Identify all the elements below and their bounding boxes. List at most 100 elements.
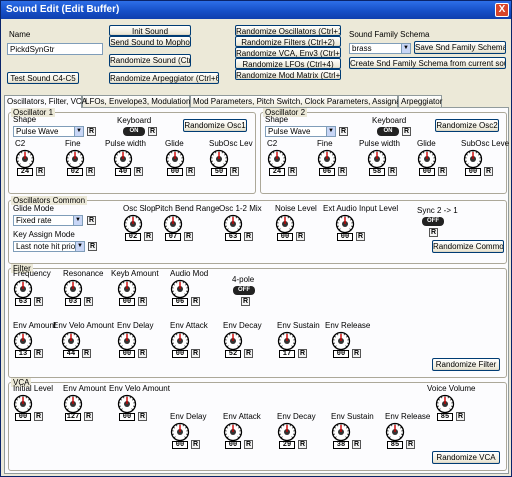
osc2-keyboard-toggle[interactable]: ON — [377, 127, 399, 136]
sync-toggle[interactable]: OFF — [422, 217, 444, 226]
filter-env-env-attack-random-button[interactable]: R — [191, 349, 200, 358]
filter-keyb-amount-random-button[interactable]: R — [138, 297, 147, 306]
osc2-glide-knob[interactable]: 00 — [417, 149, 437, 177]
vca-env-env-decay-random-button[interactable]: R — [298, 440, 307, 449]
randomize-osc1-button[interactable]: Randomize Osc1 — [183, 119, 247, 132]
osc1-keyboard-toggle[interactable]: ON — [123, 127, 145, 136]
osc2-subosc-leve-knob[interactable]: 00 — [463, 149, 483, 177]
osc1-glide-knob[interactable]: 00 — [165, 149, 185, 177]
sync-random-button[interactable]: R — [429, 228, 438, 237]
filter-resonance-random-button[interactable]: R — [84, 297, 93, 306]
vca-env-amount-random-button[interactable]: R — [84, 412, 93, 421]
filter-env-env-delay-random-button[interactable]: R — [138, 349, 147, 358]
vca-env-env-attack-knob[interactable]: 00 — [223, 422, 243, 450]
four-pole-random-button[interactable]: R — [241, 297, 250, 306]
osc2-c2-knob[interactable]: 24 — [267, 149, 287, 177]
glide-mode-select[interactable]: Fixed rate ▼ — [13, 215, 83, 226]
osc1-glide-random-button[interactable]: R — [186, 167, 195, 176]
vca-voice-volume-knob[interactable]: 85 — [435, 394, 455, 422]
vca-initial-level-random-button[interactable]: R — [34, 412, 43, 421]
common-osc-slop-knob[interactable]: 02 — [123, 214, 143, 242]
schema-select[interactable]: brass ▼ — [349, 43, 411, 54]
vca-env-env-release-random-button[interactable]: R — [406, 440, 415, 449]
tab-mod-parameters[interactable]: Mod Parameters, Pitch Switch, Clock Para… — [190, 95, 415, 107]
vca-env-env-sustain-knob[interactable]: 38 — [331, 422, 351, 450]
filter-frequency-random-button[interactable]: R — [34, 297, 43, 306]
randomize-arpeggiator-button[interactable]: Randomize Arpeggiator (Ctrl+6) — [109, 72, 219, 84]
title-bar[interactable]: Sound Edit (Edit Buffer) X — [1, 1, 511, 19]
vca-env-env-decay-knob[interactable]: 29 — [277, 422, 297, 450]
filter-env-env-sustain-random-button[interactable]: R — [298, 349, 307, 358]
filter-env-env-velo-amount-random-button[interactable]: R — [82, 349, 91, 358]
common-osc-1-2-mix-random-button[interactable]: R — [244, 232, 253, 241]
tab-lfos[interactable]: LFOs, Envelope3, Modulations — [82, 95, 194, 107]
randomize-oscillators-button[interactable]: Randomize Oscillators (Ctrl+1) — [235, 25, 341, 36]
vca-voice-volume-random-button[interactable]: R — [456, 412, 465, 421]
randomize-osc2-button[interactable]: Randomize Osc2 — [435, 119, 499, 132]
filter-env-env-release-random-button[interactable]: R — [352, 349, 361, 358]
vca-env-velo-amount-random-button[interactable]: R — [138, 412, 147, 421]
glide-mode-random-button[interactable]: R — [87, 216, 96, 225]
osc2-pulse-width-knob[interactable]: 58 — [367, 149, 387, 177]
randomize-filter-button[interactable]: Randomize Filter — [432, 358, 500, 371]
common-osc-slop-random-button[interactable]: R — [144, 232, 153, 241]
osc2-shape-random-button[interactable]: R — [339, 127, 348, 136]
name-field[interactable]: PickdSynGtr — [7, 43, 103, 55]
filter-keyb-amount-knob[interactable]: 00 — [117, 279, 137, 307]
osc2-keyboard-random-button[interactable]: R — [402, 127, 411, 136]
vca-env-velo-amount-knob[interactable]: 00 — [117, 394, 137, 422]
vca-env-amount-knob[interactable]: 127 — [63, 394, 83, 422]
common-ext-audio-input-level-random-button[interactable]: R — [356, 232, 365, 241]
filter-env-env-velo-amount-knob[interactable]: 44 — [61, 331, 81, 359]
filter-env-env-amount-random-button[interactable]: R — [34, 349, 43, 358]
filter-audio-mod-knob[interactable]: 06 — [170, 279, 190, 307]
randomize-mod-matrix-button[interactable]: Randomize Mod Matrix (Ctrl+5) — [235, 69, 341, 80]
randomize-filters-button[interactable]: Randomize Filters (Ctrl+2) — [235, 36, 341, 47]
osc1-c2-random-button[interactable]: R — [36, 167, 45, 176]
osc1-fine-knob[interactable]: 02 — [65, 149, 85, 177]
vca-env-env-sustain-random-button[interactable]: R — [352, 440, 361, 449]
filter-resonance-knob[interactable]: 03 — [63, 279, 83, 307]
common-noise-level-random-button[interactable]: R — [296, 232, 305, 241]
filter-env-env-decay-random-button[interactable]: R — [244, 349, 253, 358]
tab-oscillators[interactable]: Oscillators, Filter, VCA — [4, 95, 87, 108]
osc2-subosc-leve-random-button[interactable]: R — [484, 167, 493, 176]
randomize-lfos-button[interactable]: Randomize LFOs (Ctrl+4) — [235, 58, 341, 69]
osc1-pulse-width-random-button[interactable]: R — [134, 167, 143, 176]
filter-env-env-decay-knob[interactable]: 52 — [223, 331, 243, 359]
osc1-subosc-lev-random-button[interactable]: R — [230, 167, 239, 176]
osc2-pulse-width-random-button[interactable]: R — [388, 167, 397, 176]
common-noise-level-knob[interactable]: 00 — [275, 214, 295, 242]
create-schema-button[interactable]: Create Snd Family Schema from current so… — [349, 57, 506, 69]
osc2-c2-random-button[interactable]: R — [288, 167, 297, 176]
save-schema-button[interactable]: Save Snd Family Schema — [414, 41, 506, 54]
osc1-pulse-width-knob[interactable]: 40 — [113, 149, 133, 177]
close-button[interactable]: X — [495, 3, 509, 17]
vca-initial-level-knob[interactable]: 00 — [13, 394, 33, 422]
filter-env-env-attack-knob[interactable]: 00 — [170, 331, 190, 359]
filter-env-env-release-knob[interactable]: 00 — [331, 331, 351, 359]
filter-env-env-delay-knob[interactable]: 00 — [117, 331, 137, 359]
osc1-fine-random-button[interactable]: R — [86, 167, 95, 176]
randomize-common-button[interactable]: Randomize Common — [432, 240, 504, 253]
four-pole-toggle[interactable]: OFF — [233, 286, 255, 295]
randomize-vca-button[interactable]: Randomize VCA, Env3 (Ctrl+3) — [235, 47, 341, 58]
filter-audio-mod-random-button[interactable]: R — [191, 297, 200, 306]
common-pitch-bend-range-knob[interactable]: 07 — [163, 214, 183, 242]
init-sound-button[interactable]: Init Sound — [109, 25, 191, 36]
osc2-fine-knob[interactable]: 06 — [317, 149, 337, 177]
vca-env-env-release-knob[interactable]: 85 — [385, 422, 405, 450]
osc1-keyboard-random-button[interactable]: R — [148, 127, 157, 136]
osc1-subosc-lev-knob[interactable]: 50 — [209, 149, 229, 177]
filter-env-env-amount-knob[interactable]: 13 — [13, 331, 33, 359]
test-sound-button[interactable]: Test Sound C4-C5 — [7, 72, 79, 84]
key-assign-select[interactable]: Last note hit priority ▼ — [13, 241, 85, 252]
osc2-fine-random-button[interactable]: R — [338, 167, 347, 176]
osc2-glide-random-button[interactable]: R — [438, 167, 447, 176]
osc1-shape-select[interactable]: Pulse Wave ▼ — [13, 126, 84, 137]
randomize-vca-button[interactable]: Randomize VCA — [432, 451, 500, 464]
tab-arpeggiator[interactable]: Arpeggiator — [398, 95, 442, 107]
randomize-sound-button[interactable]: Randomize Sound (Ctrl+0) — [109, 54, 191, 67]
common-pitch-bend-range-random-button[interactable]: R — [184, 232, 193, 241]
send-sound-button[interactable]: Send Sound to Mopho — [109, 36, 191, 47]
